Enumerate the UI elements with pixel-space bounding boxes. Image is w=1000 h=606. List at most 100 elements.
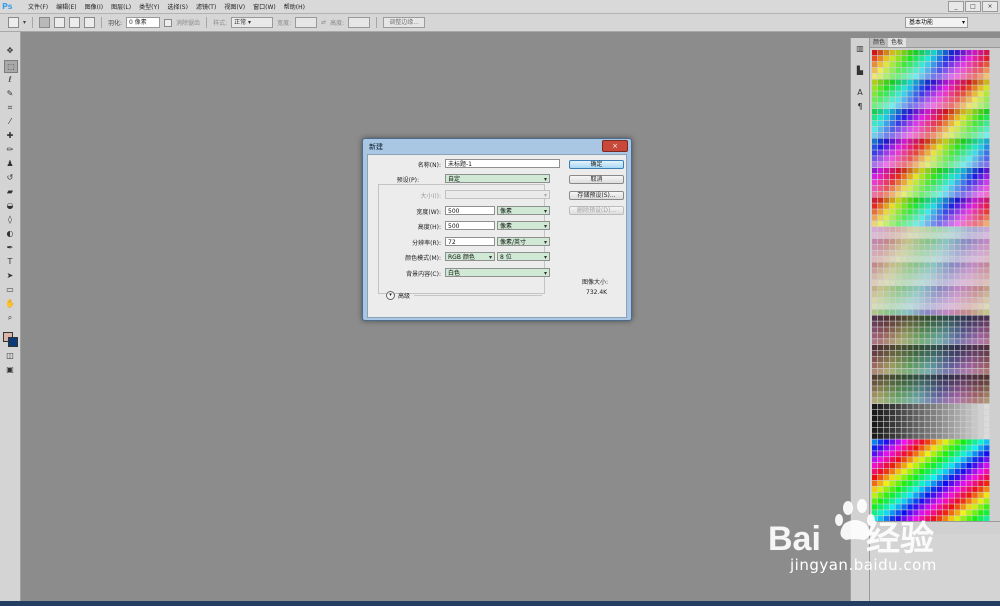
swatch-cell[interactable] bbox=[954, 132, 960, 138]
swatch-cell[interactable] bbox=[895, 238, 901, 245]
swatch-cell[interactable] bbox=[942, 85, 949, 91]
swatch-cell[interactable] bbox=[883, 439, 890, 445]
swatch-cell[interactable] bbox=[907, 168, 913, 174]
swatch-cell[interactable] bbox=[978, 138, 984, 144]
swatch-cell[interactable] bbox=[895, 144, 901, 150]
swatch-cell[interactable] bbox=[872, 209, 878, 215]
swatch-cell[interactable] bbox=[954, 315, 960, 321]
swatch-cell[interactable] bbox=[960, 238, 966, 245]
swatch-cell[interactable] bbox=[978, 114, 984, 121]
swatch-cell[interactable] bbox=[966, 362, 972, 368]
swatch-cell[interactable] bbox=[925, 268, 931, 274]
swatch-cell[interactable] bbox=[978, 492, 984, 498]
swatch-cell[interactable] bbox=[919, 268, 925, 274]
swatch-cell[interactable] bbox=[948, 103, 954, 109]
swatch-cell[interactable] bbox=[895, 274, 901, 280]
swatch-cell[interactable] bbox=[978, 61, 984, 68]
swatch-cell[interactable] bbox=[972, 486, 978, 492]
swatch-cell[interactable] bbox=[889, 445, 895, 451]
swatch-cell[interactable] bbox=[877, 468, 884, 475]
swatch-cell[interactable] bbox=[936, 103, 943, 109]
swatch-cell[interactable] bbox=[913, 286, 919, 292]
swatch-cell[interactable] bbox=[925, 492, 931, 498]
swatch-cell[interactable] bbox=[978, 126, 984, 132]
swatch-cell[interactable] bbox=[883, 268, 890, 274]
swatch-cell[interactable] bbox=[895, 120, 901, 127]
swatch-cell[interactable] bbox=[978, 451, 984, 457]
swatch-cell[interactable] bbox=[913, 457, 919, 463]
height-unit-select[interactable]: 像素 ▾ bbox=[497, 221, 550, 230]
swatch-cell[interactable] bbox=[919, 421, 925, 427]
swatch-cell[interactable] bbox=[978, 50, 984, 56]
swatch-cell[interactable] bbox=[931, 209, 937, 215]
swatch-cell[interactable] bbox=[954, 150, 960, 156]
swatch-cell[interactable] bbox=[889, 268, 895, 274]
swatch-cell[interactable] bbox=[877, 244, 884, 250]
swatch-cell[interactable] bbox=[919, 91, 925, 97]
swatch-cell[interactable] bbox=[889, 156, 895, 162]
swatch-cell[interactable] bbox=[925, 392, 931, 398]
swatch-cell[interactable] bbox=[942, 138, 949, 144]
swatch-cell[interactable] bbox=[954, 291, 960, 298]
swatch-cell[interactable] bbox=[877, 386, 884, 392]
swatch-cell[interactable] bbox=[895, 303, 901, 309]
swatch-cell[interactable] bbox=[872, 350, 878, 357]
swatch-cell[interactable] bbox=[960, 55, 966, 62]
swatch-cell[interactable] bbox=[942, 468, 949, 475]
swatch-cell[interactable] bbox=[889, 427, 895, 433]
swatch-cell[interactable] bbox=[872, 67, 878, 73]
swatch-cell[interactable] bbox=[925, 327, 931, 333]
swatch-cell[interactable] bbox=[978, 474, 984, 481]
swatch-cell[interactable] bbox=[877, 333, 884, 339]
swatch-cell[interactable] bbox=[907, 309, 913, 315]
swatch-cell[interactable] bbox=[889, 286, 895, 292]
swatch-cell[interactable] bbox=[978, 409, 984, 416]
swatch-cell[interactable] bbox=[913, 321, 919, 327]
swatch-cell[interactable] bbox=[954, 339, 960, 345]
ok-button[interactable]: 确定 bbox=[569, 160, 624, 169]
swatch-cell[interactable] bbox=[931, 79, 937, 85]
swatch-cell[interactable] bbox=[972, 333, 978, 339]
swatch-cell[interactable] bbox=[925, 244, 931, 250]
swatch-cell[interactable] bbox=[895, 227, 901, 233]
swatch-cell[interactable] bbox=[872, 168, 878, 174]
swatch-cell[interactable] bbox=[889, 79, 895, 85]
swatch-cell[interactable] bbox=[942, 150, 949, 156]
swatch-cell[interactable] bbox=[931, 280, 937, 286]
swatch-cell[interactable] bbox=[883, 168, 890, 174]
swatch-cell[interactable] bbox=[913, 55, 919, 62]
swatch-cell[interactable] bbox=[954, 67, 960, 73]
lasso-tool-icon[interactable]: ℓ bbox=[4, 74, 16, 85]
swatch-cell[interactable] bbox=[901, 309, 907, 315]
swatch-cell[interactable] bbox=[925, 321, 931, 327]
feather-input[interactable]: 0 像素 bbox=[126, 17, 161, 28]
swatch-cell[interactable] bbox=[984, 150, 990, 156]
swatch-cell[interactable] bbox=[925, 168, 931, 174]
swatch-cell[interactable] bbox=[895, 427, 901, 433]
swatch-cell[interactable] bbox=[895, 150, 901, 156]
swatch-cell[interactable] bbox=[889, 492, 895, 498]
swatch-cell[interactable] bbox=[925, 109, 931, 115]
swatch-cell[interactable] bbox=[942, 327, 949, 333]
swatch-cell[interactable] bbox=[978, 321, 984, 327]
menu-filter[interactable]: 滤镜(T) bbox=[192, 2, 220, 11]
swatch-cell[interactable] bbox=[948, 91, 954, 97]
swatch-cell[interactable] bbox=[895, 103, 901, 109]
swatch-cell[interactable] bbox=[936, 409, 943, 416]
menu-file[interactable]: 文件(F) bbox=[24, 2, 52, 11]
swatch-cell[interactable] bbox=[907, 297, 913, 304]
swatch-cell[interactable] bbox=[925, 132, 931, 138]
swatch-cell[interactable] bbox=[895, 109, 901, 115]
swatch-cell[interactable] bbox=[872, 250, 878, 256]
swatch-cell[interactable] bbox=[972, 103, 978, 109]
swatch-cell[interactable] bbox=[936, 162, 943, 168]
swatch-cell[interactable] bbox=[919, 291, 925, 298]
swatch-cell[interactable] bbox=[960, 138, 966, 144]
swatch-cell[interactable] bbox=[913, 256, 919, 262]
swatch-cell[interactable] bbox=[883, 85, 890, 91]
swatch-cell[interactable] bbox=[913, 380, 919, 386]
swatch-cell[interactable] bbox=[895, 439, 901, 445]
swatch-cell[interactable] bbox=[960, 191, 966, 197]
swatch-cell[interactable] bbox=[889, 126, 895, 132]
swatch-cell[interactable] bbox=[877, 91, 884, 97]
